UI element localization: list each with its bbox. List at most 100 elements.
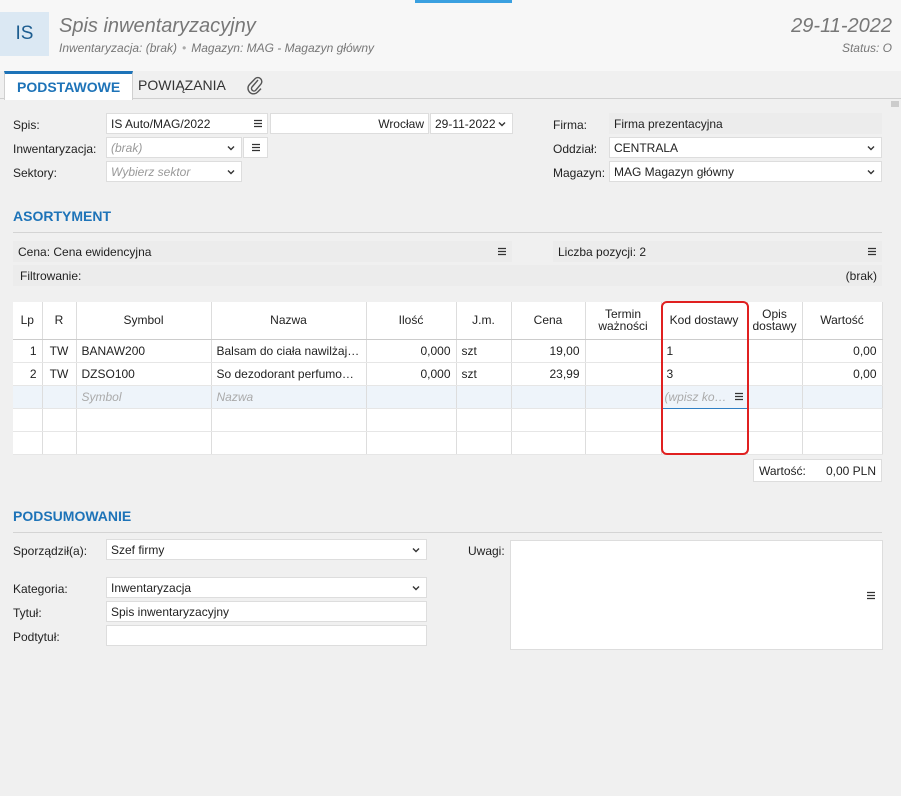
- spis-value: IS Auto/MAG/2022: [111, 116, 211, 131]
- col-lp[interactable]: Lp: [13, 302, 43, 340]
- cell-quantity[interactable]: 0,000: [366, 362, 457, 386]
- cell-name[interactable]: Balsam do ciała nawilżający 200 ml: [211, 339, 367, 363]
- col-expiry[interactable]: Termin ważności: [585, 302, 662, 340]
- cell-expiry[interactable]: [585, 362, 662, 386]
- subtitle-input[interactable]: [106, 625, 427, 646]
- cell-expiry[interactable]: [585, 385, 662, 409]
- menu-icon[interactable]: [497, 247, 507, 256]
- menu-icon[interactable]: [866, 591, 876, 600]
- cell-quantity[interactable]: 0,000: [366, 339, 457, 363]
- category-value: Inwentaryzacja: [111, 580, 192, 595]
- col-symbol[interactable]: Symbol: [76, 302, 212, 340]
- document-status: Status: O: [841, 41, 892, 55]
- cell-delivery-desc[interactable]: [747, 362, 803, 386]
- assortment-table: Lp R Symbol Nazwa Ilość J.m. Cena Termin…: [13, 302, 883, 455]
- item-count-field[interactable]: Liczba pozycji: 2: [553, 241, 882, 262]
- title-input[interactable]: Spis inwentaryzacyjny: [106, 601, 427, 622]
- cell-quantity[interactable]: [366, 385, 457, 409]
- oddzial-value: CENTRALA: [614, 140, 679, 155]
- title-value: Spis inwentaryzacyjny: [111, 604, 230, 619]
- date-field[interactable]: 29-11-2022: [430, 113, 513, 134]
- cell-unit[interactable]: szt: [456, 339, 512, 363]
- scroll-handle[interactable]: [891, 101, 899, 107]
- total-label: Wartość:: [759, 463, 806, 478]
- col-unit[interactable]: J.m.: [456, 302, 512, 340]
- title-label: Tytuł:: [13, 606, 42, 620]
- delivery-code-placeholder: (wpisz kod dostawy): [664, 389, 730, 404]
- cell-unit[interactable]: [456, 385, 512, 409]
- cell-price[interactable]: 19,00: [511, 339, 586, 363]
- cell-symbol[interactable]: DZSO100: [76, 362, 212, 386]
- new-symbol-input[interactable]: Symbol: [76, 385, 212, 409]
- col-name[interactable]: Nazwa: [211, 302, 367, 340]
- cell-price[interactable]: [511, 385, 586, 409]
- cell-value: 0,00: [802, 339, 883, 363]
- new-item-row[interactable]: Symbol Nazwa (wpisz kod dostawy): [13, 384, 883, 409]
- paperclip-icon[interactable]: [246, 75, 264, 95]
- chevron-down-icon[interactable]: [496, 118, 508, 130]
- cell-expiry[interactable]: [585, 339, 662, 363]
- filter-value: (brak): [845, 268, 877, 283]
- tab-basic[interactable]: PODSTAWOWE: [4, 71, 134, 100]
- author-select[interactable]: Szef firmy: [106, 539, 427, 560]
- magazyn-select[interactable]: MAG Magazyn główny: [609, 161, 882, 182]
- cell-value: 0,00: [802, 362, 883, 386]
- col-value[interactable]: Wartość: [802, 302, 883, 340]
- col-quantity[interactable]: Ilość: [366, 302, 457, 340]
- sektory-label: Sektory:: [13, 166, 58, 180]
- delivery-code-input[interactable]: (wpisz kod dostawy): [660, 384, 748, 409]
- menu-icon[interactable]: [867, 247, 877, 256]
- col-delivery-desc[interactable]: Opis dostawy: [747, 302, 803, 340]
- chevron-down-icon[interactable]: [865, 166, 877, 178]
- spis-label: Spis:: [13, 118, 40, 132]
- oddzial-select[interactable]: CENTRALA: [609, 137, 882, 158]
- cell-name[interactable]: So dezodorant perfumowany 100 ml: [211, 362, 367, 386]
- tab-links[interactable]: POWIĄZANIA: [126, 71, 238, 99]
- chevron-down-icon[interactable]: [410, 582, 422, 594]
- price-type-value: Cena: Cena ewidencyjna: [18, 244, 152, 259]
- place-field[interactable]: Wrocław: [270, 113, 429, 134]
- inventory-value: (brak): [111, 140, 143, 155]
- col-delivery-code[interactable]: Kod dostawy: [661, 302, 748, 340]
- filter-bar[interactable]: Filtrowanie: (brak): [13, 265, 882, 286]
- inventory-select[interactable]: (brak): [106, 137, 242, 158]
- cell-delivery-desc[interactable]: [747, 385, 803, 409]
- price-type-field[interactable]: Cena: Cena ewidencyjna: [13, 241, 512, 262]
- inventory-menu-button[interactable]: [243, 137, 268, 158]
- chevron-down-icon[interactable]: [865, 142, 877, 154]
- table-row[interactable]: 2 TW DZSO100 So dezodorant perfumowany 1…: [13, 362, 883, 386]
- category-select[interactable]: Inwentaryzacja: [106, 577, 427, 598]
- sektory-placeholder: Wybierz sektor: [111, 164, 191, 179]
- cell-symbol[interactable]: BANAW200: [76, 339, 212, 363]
- chevron-down-icon[interactable]: [410, 544, 422, 556]
- chevron-down-icon[interactable]: [225, 166, 237, 178]
- spis-field[interactable]: IS Auto/MAG/2022: [106, 113, 268, 134]
- date-value: 29-11-2022: [435, 116, 496, 131]
- document-date: 29-11-2022: [791, 15, 892, 37]
- firma-value: Firma prezentacyjna: [614, 116, 723, 131]
- sektory-select[interactable]: Wybierz sektor: [106, 161, 242, 182]
- document-title: Spis inwentaryzacyjny: [59, 15, 256, 37]
- new-name-input[interactable]: Nazwa: [211, 385, 367, 409]
- place-value: Wrocław: [378, 116, 424, 131]
- inventory-label: Inwentaryzacja:: [13, 142, 97, 156]
- col-price[interactable]: Cena: [511, 302, 586, 340]
- cell-unit[interactable]: szt: [456, 362, 512, 386]
- menu-icon[interactable]: [253, 119, 263, 128]
- cell-lp: 1: [13, 339, 43, 363]
- menu-icon[interactable]: [734, 392, 744, 401]
- subtitle-label: Podtytuł:: [13, 630, 60, 644]
- firma-label: Firma:: [553, 118, 587, 132]
- cell-delivery-code[interactable]: 1: [661, 339, 748, 363]
- inventory-info: Inwentaryzacja: (brak): [59, 41, 178, 55]
- assortment-section-title: ASORTYMENT: [13, 208, 111, 224]
- document-type-badge: IS: [0, 12, 49, 56]
- chevron-down-icon[interactable]: [225, 142, 237, 154]
- cell-delivery-code[interactable]: 3: [661, 362, 748, 386]
- total-value: 0,00 PLN: [825, 463, 876, 478]
- notes-textarea[interactable]: [510, 540, 883, 650]
- table-row[interactable]: 1 TW BANAW200 Balsam do ciała nawilżając…: [13, 339, 883, 363]
- col-r[interactable]: R: [42, 302, 77, 340]
- cell-price[interactable]: 23,99: [511, 362, 586, 386]
- cell-delivery-desc[interactable]: [747, 339, 803, 363]
